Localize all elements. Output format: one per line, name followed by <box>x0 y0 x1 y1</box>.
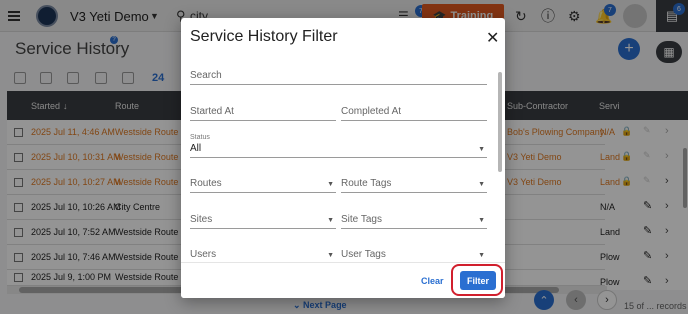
dialog-scrollbar[interactable] <box>497 56 503 266</box>
chevron-down-icon: ▼ <box>327 252 334 259</box>
user-tags-label: User Tags <box>341 249 386 260</box>
clear-button[interactable]: Clear <box>421 276 444 286</box>
route-tags-select[interactable]: Route Tags ▼ <box>341 175 487 193</box>
routes-label: Routes <box>190 178 222 189</box>
sites-select[interactable]: Sites ▼ <box>190 211 336 229</box>
completed-at-label: Completed At <box>341 106 402 117</box>
started-at-field[interactable]: Started At <box>190 103 336 121</box>
dialog-title: Service History Filter <box>190 28 338 45</box>
sites-label: Sites <box>190 214 213 225</box>
service-history-filter-dialog: Service History Filter ✕ Search Started … <box>181 18 505 298</box>
chevron-down-icon: ▼ <box>478 181 485 188</box>
status-value: All <box>190 143 202 154</box>
started-at-label: Started At <box>190 106 234 117</box>
chevron-down-icon: ▼ <box>478 252 485 259</box>
site-tags-label: Site Tags <box>341 214 382 225</box>
search-placeholder: Search <box>190 70 222 81</box>
chevron-down-icon: ▼ <box>478 146 485 153</box>
routes-select[interactable]: Routes ▼ <box>190 175 336 193</box>
search-field[interactable]: Search <box>190 67 487 85</box>
filter-button[interactable]: Filter <box>460 271 496 290</box>
users-label: Users <box>190 249 217 260</box>
status-select[interactable]: All ▼ <box>190 140 487 158</box>
chevron-down-icon: ▼ <box>478 217 485 224</box>
chevron-down-icon: ▼ <box>327 217 334 224</box>
close-icon[interactable]: ✕ <box>486 28 499 48</box>
filter-button-highlight: Filter <box>451 264 503 296</box>
route-tags-label: Route Tags <box>341 178 392 189</box>
chevron-down-icon: ▼ <box>327 181 334 188</box>
completed-at-field[interactable]: Completed At <box>341 103 487 121</box>
site-tags-select[interactable]: Site Tags ▼ <box>341 211 487 229</box>
dialog-footer: Clear Filter <box>181 262 505 298</box>
